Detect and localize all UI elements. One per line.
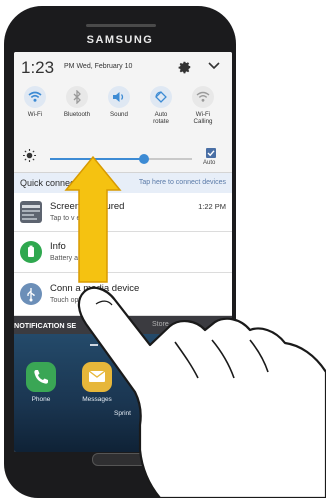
messages-icon[interactable] bbox=[82, 362, 112, 392]
notification-time: 1:22 PM bbox=[198, 202, 226, 211]
home-key[interactable] bbox=[92, 453, 148, 466]
notification-subtitle: Touch options. bbox=[50, 297, 96, 304]
auto-brightness-checkbox[interactable] bbox=[206, 148, 216, 158]
toggle-sound[interactable]: Sound bbox=[100, 82, 138, 142]
notification-subtitle: Tap to v enshot. bbox=[50, 215, 100, 222]
notification-screenshot[interactable]: Screens captured Tap to v enshot. 1:22 P… bbox=[14, 193, 232, 232]
tutorial-illustration: SAMSUNG 1:23 PM Wed, February 10 Wi-Fi B… bbox=[0, 0, 326, 498]
wifi-calling-icon bbox=[192, 86, 214, 108]
toggle-wifi-label: Wi-Fi bbox=[27, 111, 43, 118]
quick-connect-bar[interactable]: Quick connect Tap here to connect device… bbox=[14, 172, 232, 194]
quick-connect-hint[interactable]: Tap here to connect devices bbox=[139, 179, 226, 186]
store-label: Store bbox=[152, 321, 169, 328]
notification-media-device[interactable]: Conn a media device Touch options. bbox=[14, 273, 232, 316]
auto-rotate-icon bbox=[150, 86, 172, 108]
toggle-bluetooth[interactable]: Bluetooth bbox=[58, 82, 96, 142]
dock-label-internet: Interne bbox=[142, 396, 164, 403]
usb-icon bbox=[20, 283, 42, 305]
clock-time: 1:23 bbox=[21, 58, 55, 77]
notification-battery-info[interactable]: Info Battery arged. bbox=[14, 232, 232, 273]
brightness-row: Auto bbox=[14, 146, 232, 172]
dock-label-phone: Phone bbox=[31, 396, 51, 403]
toggle-auto-rotate-label: Auto rotate bbox=[153, 111, 169, 126]
earpiece bbox=[86, 24, 156, 27]
sound-icon bbox=[108, 86, 130, 108]
phone-brand: SAMSUNG bbox=[86, 34, 154, 46]
phone-screen: 1:23 PM Wed, February 10 Wi-Fi Bluetooth… bbox=[14, 52, 232, 452]
notification-panel-header: 1:23 PM Wed, February 10 bbox=[14, 52, 232, 80]
notification-title: Conn a media device bbox=[50, 283, 140, 294]
toggle-wifi-calling[interactable]: Wi-Fi Calling bbox=[184, 82, 222, 142]
clock-ampm: PM bbox=[64, 63, 75, 70]
notification-settings-button[interactable]: NOTIFICATION SE bbox=[14, 321, 76, 330]
brightness-slider-thumb[interactable] bbox=[138, 154, 149, 164]
clear-button[interactable]: CLE bbox=[218, 321, 232, 330]
toggle-sound-label: Sound bbox=[110, 111, 128, 118]
gear-icon[interactable] bbox=[178, 60, 192, 74]
carrier-label: Sprint bbox=[114, 410, 131, 417]
auto-brightness-label: Auto bbox=[203, 160, 216, 166]
quick-settings-toggles: Wi-Fi Bluetooth Sound Auto rotate Wi-Fi … bbox=[14, 82, 232, 144]
toggle-bluetooth-label: Bluetooth bbox=[63, 111, 91, 118]
quick-connect-title: Quick connect bbox=[20, 178, 78, 188]
screenshot-thumbnail-icon bbox=[20, 201, 42, 223]
battery-icon bbox=[20, 241, 42, 263]
date-label: Wed, February 10 bbox=[76, 63, 133, 70]
phone-icon[interactable] bbox=[26, 362, 56, 392]
notification-title: Info bbox=[50, 241, 66, 252]
notification-panel-footer: NOTIFICATION SE Store CLE bbox=[14, 316, 232, 334]
chevron-down-icon[interactable] bbox=[208, 61, 220, 71]
wifi-icon bbox=[24, 86, 46, 108]
toggle-wifi[interactable]: Wi-Fi bbox=[16, 82, 54, 142]
home-screen: Phone Messages Interne Sprint bbox=[14, 334, 232, 452]
dock-label-messages: Messages bbox=[82, 396, 112, 403]
notification-title: Screens captured bbox=[50, 201, 125, 212]
internet-icon[interactable] bbox=[138, 362, 168, 392]
bluetooth-icon bbox=[66, 86, 88, 108]
toggle-auto-rotate[interactable]: Auto rotate bbox=[142, 82, 180, 142]
toggle-wifi-calling-label: Wi-Fi Calling bbox=[193, 111, 213, 126]
clock-date: PM Wed, February 10 bbox=[64, 63, 132, 70]
page-indicator bbox=[90, 344, 98, 346]
brightness-slider-fill bbox=[50, 158, 144, 160]
notification-subtitle: Battery arged. bbox=[50, 255, 94, 262]
brightness-icon bbox=[23, 149, 36, 162]
phone-body: SAMSUNG 1:23 PM Wed, February 10 Wi-Fi B… bbox=[4, 6, 236, 498]
